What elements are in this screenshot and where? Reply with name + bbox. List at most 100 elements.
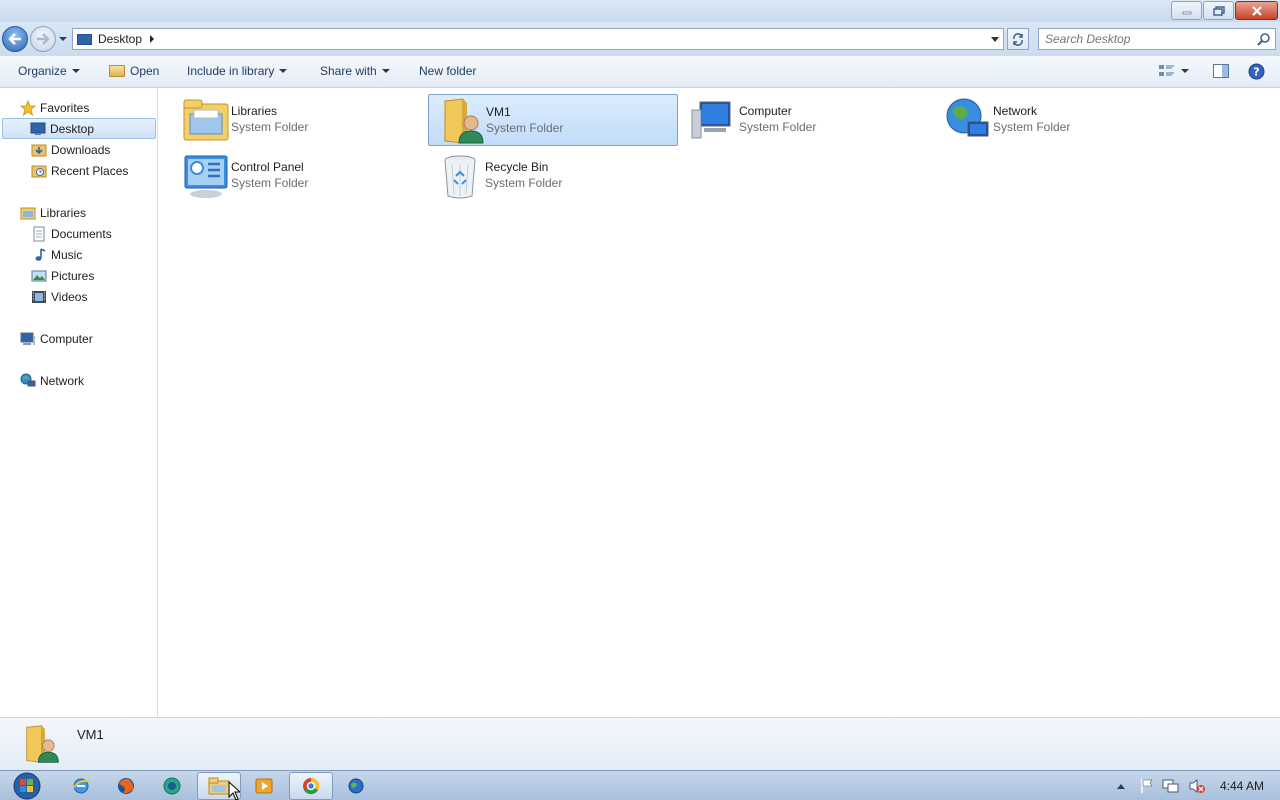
nav-network-label: Network: [40, 373, 85, 388]
close-button[interactable]: [1235, 1, 1278, 20]
item-type: System Folder: [739, 120, 817, 134]
nav-computer-label: Computer: [40, 331, 93, 346]
nav-pictures[interactable]: Pictures: [31, 265, 94, 286]
clock[interactable]: 4:44 AM: [1220, 779, 1264, 793]
open-label: Open: [130, 64, 160, 78]
window-controls: [1170, 1, 1278, 20]
network-status-icon[interactable]: [1162, 778, 1180, 794]
command-bar: Organize Open Include in library Share w…: [0, 56, 1280, 88]
taskbar-firefox[interactable]: [104, 772, 148, 800]
breadcrumb-chevron-icon[interactable]: [150, 35, 155, 43]
item-recycle-bin[interactable]: Recycle Bin System Folder: [428, 150, 678, 202]
recycle-bin-icon: [444, 155, 476, 199]
nav-favorites-label: Favorites: [40, 100, 90, 115]
star-icon: [20, 99, 36, 116]
restore-button[interactable]: [1203, 1, 1234, 20]
start-button[interactable]: [8, 771, 46, 800]
search-box[interactable]: [1038, 28, 1276, 50]
minimize-button[interactable]: [1171, 1, 1202, 20]
nav-recent-places[interactable]: Recent Places: [31, 160, 128, 181]
restore-icon: [1212, 5, 1225, 16]
search-icon[interactable]: [1257, 32, 1271, 46]
back-button[interactable]: [2, 26, 28, 52]
internet-explorer-icon: [72, 778, 90, 794]
libraries-icon: [183, 99, 229, 141]
nav-downloads-label: Downloads: [51, 142, 111, 157]
open-button[interactable]: Open: [109, 64, 159, 78]
change-view-button[interactable]: [1158, 63, 1189, 79]
title-bar: [0, 0, 1280, 22]
organize-label: Organize: [18, 64, 67, 78]
recent-pages-dropdown-icon[interactable]: [58, 36, 68, 42]
explorer-icon: [208, 777, 230, 795]
new-folder-button[interactable]: New folder: [419, 64, 476, 78]
forward-button[interactable]: [30, 26, 56, 52]
address-dropdown-icon[interactable]: [991, 37, 999, 42]
media-player-icon: [255, 778, 273, 794]
nav-desktop[interactable]: Desktop: [2, 118, 156, 139]
item-vm1[interactable]: VM1 System Folder: [428, 94, 678, 146]
file-list: Libraries System Folder VM1 System Folde…: [159, 88, 1280, 717]
organize-button[interactable]: Organize: [18, 64, 80, 78]
nav-pictures-label: Pictures: [51, 268, 95, 283]
search-input[interactable]: [1039, 29, 1249, 49]
volume-muted-icon[interactable]: [1188, 778, 1206, 794]
item-name: Network: [993, 104, 1038, 118]
show-hidden-icons-icon[interactable]: [1116, 782, 1126, 790]
recent-places-icon: [31, 165, 47, 177]
nav-music[interactable]: Music: [31, 244, 82, 265]
desktop-icon: [77, 33, 92, 45]
taskbar-messenger[interactable]: [150, 772, 194, 800]
help-button[interactable]: ?: [1248, 63, 1265, 80]
item-type: System Folder: [486, 121, 564, 135]
include-in-library-button[interactable]: Include in library: [187, 64, 288, 78]
item-type: System Folder: [231, 120, 309, 134]
network-icon: [946, 98, 989, 137]
videos-icon: [32, 290, 46, 303]
item-libraries[interactable]: Libraries System Folder: [174, 94, 424, 146]
nav-downloads[interactable]: Downloads: [31, 139, 110, 160]
item-name: Libraries: [231, 104, 278, 118]
taskbar-globe-app[interactable]: [334, 772, 378, 800]
user-folder-icon: [444, 98, 484, 144]
nav-libraries-label: Libraries: [40, 205, 87, 220]
item-network[interactable]: Network System Folder: [936, 94, 1186, 146]
details-pane: VM1: [0, 717, 1280, 770]
control-panel-icon: [184, 155, 228, 198]
globe-icon: [348, 778, 364, 794]
nav-videos[interactable]: Videos: [31, 286, 87, 307]
item-name: Recycle Bin: [485, 160, 549, 174]
include-in-library-label: Include in library: [187, 64, 275, 78]
item-type: System Folder: [993, 120, 1071, 134]
item-computer[interactable]: Computer System Folder: [682, 94, 932, 146]
nav-music-label: Music: [51, 247, 83, 262]
taskbar: 4:44 AM: [0, 770, 1280, 800]
item-control-panel[interactable]: Control Panel System Folder: [174, 150, 424, 202]
breadcrumb-desktop[interactable]: Desktop: [98, 32, 142, 46]
preview-pane-icon: [1213, 64, 1229, 78]
network-icon: [20, 373, 36, 386]
nav-documents[interactable]: Documents: [31, 223, 112, 244]
computer-icon: [691, 101, 731, 139]
item-name: Control Panel: [231, 160, 304, 174]
refresh-button[interactable]: [1007, 28, 1029, 50]
preview-pane-button[interactable]: [1212, 63, 1230, 79]
pictures-icon: [31, 270, 47, 281]
back-arrow-icon: [8, 33, 21, 45]
nav-computer[interactable]: Computer: [20, 328, 93, 349]
action-center-flag-icon[interactable]: [1140, 778, 1154, 794]
nav-favorites[interactable]: Favorites: [20, 97, 89, 118]
windows-logo-icon: [13, 772, 41, 800]
nav-network[interactable]: Network: [20, 370, 84, 391]
nav-recent-places-label: Recent Places: [51, 163, 129, 178]
forward-arrow-icon: [37, 33, 50, 45]
taskbar-media-player[interactable]: [242, 772, 286, 800]
taskbar-internet-explorer[interactable]: [59, 772, 103, 800]
new-folder-label: New folder: [419, 64, 477, 78]
nav-libraries[interactable]: Libraries: [20, 202, 86, 223]
share-with-button[interactable]: Share with: [320, 64, 390, 78]
nav-desktop-label: Desktop: [50, 121, 95, 136]
address-bar[interactable]: Desktop: [72, 28, 1004, 50]
open-folder-icon: [109, 65, 125, 77]
taskbar-chrome[interactable]: [289, 772, 333, 800]
